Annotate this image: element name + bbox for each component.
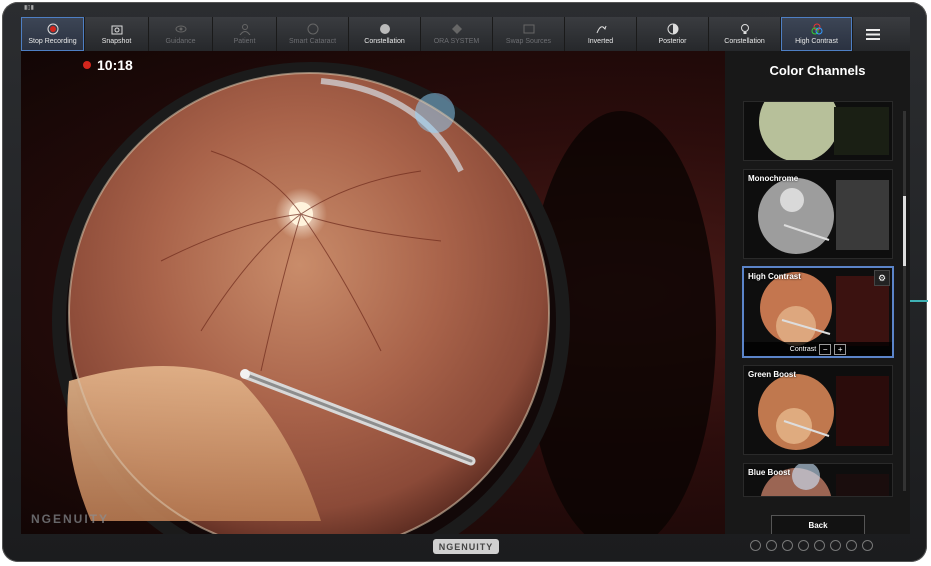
hardware-button[interactable] [782, 540, 793, 551]
patient-button[interactable]: Patient [213, 17, 277, 51]
hardware-button[interactable] [750, 540, 761, 551]
person-icon [239, 23, 251, 35]
record-dot-icon [83, 61, 91, 69]
contrast-decrease-button[interactable]: − [819, 343, 832, 355]
hardware-buttons[interactable] [750, 540, 873, 551]
screen: Stop Recording Snapshot Guidance Patient… [21, 17, 910, 534]
menu-button[interactable] [853, 17, 893, 51]
hardware-button[interactable] [766, 540, 777, 551]
hardware-button[interactable] [862, 540, 873, 551]
retina-view-image [52, 62, 716, 534]
hamburger-icon [866, 28, 880, 40]
constellation-label: Constellation [364, 38, 405, 45]
record-icon [47, 23, 59, 35]
posterior-button[interactable]: Posterior [637, 17, 709, 51]
channel-card-partial[interactable] [743, 101, 893, 161]
hardware-button[interactable] [814, 540, 825, 551]
gear-icon[interactable]: ⚙ [874, 270, 890, 286]
camera-icon [111, 23, 123, 35]
contrast-control: Contrast − + [744, 342, 892, 356]
eye-icon [175, 23, 187, 35]
monochrome-thumbnail [758, 178, 889, 254]
smart-cataract-button[interactable]: Smart Cataract [277, 17, 349, 51]
card-label: High Contrast [748, 272, 801, 281]
stop-recording-label: Stop Recording [28, 38, 77, 45]
recording-indicator: 10:18 [83, 57, 133, 73]
surgical-video[interactable]: 10:18 NGENUITY [21, 51, 725, 534]
green-boost-thumbnail [758, 374, 889, 450]
snapshot-button[interactable]: Snapshot [85, 17, 149, 51]
constellation-light-button[interactable]: Constellation [709, 17, 781, 51]
contrast-label: Contrast [789, 345, 817, 353]
ora-system-button[interactable]: ORA SYSTEM [421, 17, 493, 51]
panel-scrollbar[interactable] [903, 111, 906, 491]
swap-icon [523, 23, 535, 35]
side-led [910, 300, 928, 302]
back-button[interactable]: Back [771, 515, 865, 534]
channel-card-blue-boost[interactable]: Blue Boost [743, 463, 893, 497]
swap-sources-label: Swap Sources [505, 38, 552, 45]
card-label: Blue Boost [748, 468, 791, 477]
status-indicator: ▮▯▮ [24, 5, 34, 11]
watermark: NGENUITY [31, 512, 110, 526]
posterior-icon [667, 23, 679, 35]
toolbar: Stop Recording Snapshot Guidance Patient… [21, 17, 910, 52]
smart-cataract-label: Smart Cataract [288, 38, 337, 45]
bezel-logo: NGENUITY [433, 539, 499, 554]
scrollbar-thumb[interactable] [903, 196, 906, 266]
bulb-icon [739, 23, 751, 35]
patient-label: Patient [233, 38, 256, 45]
inverted-button[interactable]: Inverted [565, 17, 637, 51]
channel-card-green-boost[interactable]: Green Boost [743, 365, 893, 455]
rgb-icon [811, 23, 823, 35]
constellation-icon [379, 23, 391, 35]
recording-timer: 10:18 [97, 57, 133, 73]
swap-sources-button[interactable]: Swap Sources [493, 17, 565, 51]
color-channels-panel: Color Channels Monochrome High Contrast … [725, 51, 910, 534]
high-contrast-button[interactable]: High Contrast [781, 17, 853, 51]
channel-card-high-contrast[interactable]: High Contrast ⚙ Contrast − + [743, 267, 893, 357]
constellation-button[interactable]: Constellation [349, 17, 421, 51]
hardware-button[interactable] [830, 540, 841, 551]
guidance-label: Guidance [165, 38, 196, 45]
constellation-light-label: Constellation [724, 38, 765, 45]
hardware-button[interactable] [846, 540, 857, 551]
high-contrast-label: High Contrast [795, 38, 838, 45]
hardware-button[interactable] [798, 540, 809, 551]
card-label: Green Boost [748, 370, 797, 379]
contrast-increase-button[interactable]: + [834, 343, 847, 355]
invert-icon [595, 23, 607, 35]
inverted-label: Inverted [587, 38, 614, 45]
stop-recording-button[interactable]: Stop Recording [21, 17, 85, 51]
snapshot-label: Snapshot [101, 38, 132, 45]
ora-icon [451, 23, 463, 35]
lens-icon [307, 23, 319, 35]
posterior-label: Posterior [658, 38, 687, 45]
guidance-button[interactable]: Guidance [149, 17, 213, 51]
panel-title: Color Channels [769, 63, 866, 78]
card-label: Monochrome [748, 174, 799, 183]
ora-system-label: ORA SYSTEM [433, 38, 480, 45]
channel-card-monochrome[interactable]: Monochrome [743, 169, 893, 259]
channel-thumbnail [744, 102, 892, 160]
